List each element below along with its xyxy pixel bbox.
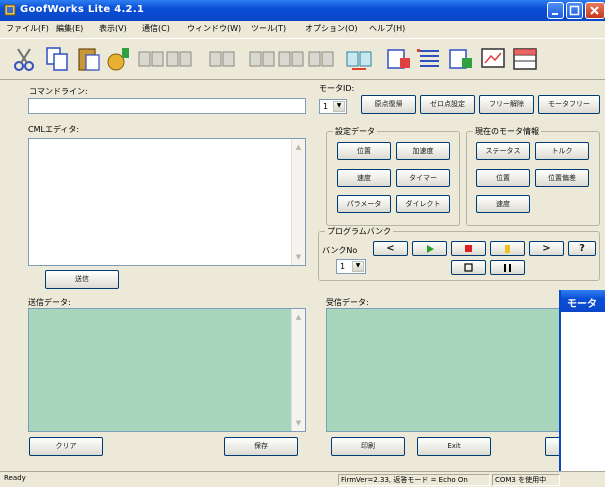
- menu-comm[interactable]: 通信(C): [142, 23, 170, 34]
- send-2-icon[interactable]: [164, 44, 194, 74]
- paste-icon[interactable]: [74, 44, 104, 74]
- parameter-setting-button[interactable]: パラメータ: [337, 195, 391, 213]
- help-button[interactable]: ?: [568, 241, 596, 256]
- settings-group-title: 設定データ: [333, 126, 377, 137]
- cml-editor-textarea[interactable]: ▲ ▼: [28, 138, 306, 266]
- square-icon: [464, 263, 473, 272]
- close-icon: [590, 6, 599, 15]
- recv-data-area[interactable]: [326, 308, 560, 432]
- position-deviation-button[interactable]: 位置偏差: [535, 169, 589, 187]
- recv-data-label: 受信データ:: [326, 298, 369, 307]
- close-button[interactable]: [585, 2, 605, 19]
- send-3-icon[interactable]: [207, 44, 237, 74]
- menu-edit[interactable]: 編集(E): [56, 23, 83, 34]
- send-data-scrollbar[interactable]: ▲ ▼: [291, 309, 305, 431]
- cut-icon[interactable]: [10, 44, 40, 74]
- step-pause-button[interactable]: [490, 260, 525, 275]
- menu-tools[interactable]: ツール(T): [251, 23, 286, 34]
- menu-window[interactable]: ウィンドウ(W): [187, 23, 241, 34]
- send-1-icon[interactable]: [136, 44, 166, 74]
- acceleration-setting-button[interactable]: 加速度: [396, 142, 450, 160]
- command-line-label: コマンドライン:: [29, 87, 88, 96]
- chevron-down-icon[interactable]: ▼: [333, 101, 345, 112]
- send-6-icon[interactable]: [306, 44, 336, 74]
- program-bank-title: プログラムバンク: [325, 226, 394, 237]
- maximize-button[interactable]: [566, 2, 583, 19]
- send-button[interactable]: 送信: [45, 270, 119, 289]
- next-icon: >: [542, 243, 551, 254]
- pause-bars-icon: [504, 264, 511, 272]
- status-port: COM3 を使用中: [492, 474, 560, 486]
- home-return-button[interactable]: 原点復帰: [361, 95, 416, 114]
- next-bank-button[interactable]: >: [529, 241, 564, 256]
- current-speed-button[interactable]: 速度: [476, 195, 530, 213]
- menu-file[interactable]: ファイル(F): [6, 23, 49, 34]
- exit-button[interactable]: Exit: [417, 437, 491, 456]
- bank-no-label: バンクNo: [322, 246, 358, 255]
- motor-free-button[interactable]: モータフリー: [538, 95, 600, 114]
- status-firmware: FirmVer=2.33, 返答モード = Echo On: [338, 474, 490, 486]
- menu-help[interactable]: ヘルプ(H): [369, 23, 405, 34]
- timer-setting-button[interactable]: タイマー: [396, 169, 450, 187]
- motor-popup-window[interactable]: モータ: [559, 290, 605, 471]
- motor-id-label: モータID:: [319, 84, 355, 93]
- save-button[interactable]: 保存: [224, 437, 298, 456]
- print-button[interactable]: 印刷: [331, 437, 405, 456]
- status-bar: Ready FirmVer=2.33, 返答モード = Echo On COM3…: [0, 471, 605, 487]
- direct-setting-button[interactable]: ダイレクト: [396, 195, 450, 213]
- status-button[interactable]: ステータス: [476, 142, 530, 160]
- program-icon[interactable]: [384, 44, 414, 74]
- clear-button[interactable]: クリア: [29, 437, 103, 456]
- motor-info-group-title: 現在のモータ情報: [473, 126, 541, 137]
- step-stop-button[interactable]: [451, 260, 486, 275]
- minimize-button[interactable]: [547, 2, 564, 19]
- torque-button[interactable]: トルク: [535, 142, 589, 160]
- window-title: GoofWorks Lite 4.2.1: [20, 4, 145, 15]
- prev-bank-button[interactable]: <: [373, 241, 408, 256]
- list-icon[interactable]: [414, 44, 444, 74]
- bank-no-select[interactable]: 1 ▼: [336, 259, 366, 274]
- title-bar: GoofWorks Lite 4.2.1: [0, 0, 605, 21]
- monitor-icon[interactable]: [478, 44, 508, 74]
- motor-id-select[interactable]: 1 ▼: [319, 99, 347, 114]
- copy-icon[interactable]: [42, 44, 72, 74]
- command-line-input[interactable]: [28, 98, 306, 114]
- send-all-icon[interactable]: [344, 44, 374, 74]
- stop-button[interactable]: [451, 241, 486, 256]
- cml-editor-label: CMLエディタ:: [28, 125, 80, 134]
- table-icon[interactable]: [510, 44, 540, 74]
- send-5-icon[interactable]: [276, 44, 306, 74]
- send-data-area[interactable]: ▲ ▼: [28, 308, 306, 432]
- prev-icon: <: [386, 243, 395, 254]
- position-setting-button[interactable]: 位置: [337, 142, 391, 160]
- pause-icon: [505, 245, 510, 253]
- play-icon: [427, 245, 434, 253]
- stop-icon: [465, 245, 472, 252]
- speed-setting-button[interactable]: 速度: [337, 169, 391, 187]
- connect-icon[interactable]: [104, 44, 134, 74]
- toolbar: [0, 38, 605, 80]
- program-2-icon[interactable]: [446, 44, 476, 74]
- minimize-icon: [552, 13, 558, 15]
- play-button[interactable]: [412, 241, 447, 256]
- menu-view[interactable]: 表示(V): [99, 23, 127, 34]
- free-release-button[interactable]: フリー解除: [479, 95, 534, 114]
- chevron-down-icon[interactable]: ▼: [352, 261, 364, 272]
- question-icon: ?: [579, 243, 585, 254]
- pause-button[interactable]: [490, 241, 525, 256]
- menu-bar: ファイル(F) 編集(E) 表示(V) 通信(C) ウィンドウ(W) ツール(T…: [0, 21, 605, 38]
- app-icon: [4, 4, 16, 16]
- current-position-button[interactable]: 位置: [476, 169, 530, 187]
- cml-editor-scrollbar[interactable]: ▲ ▼: [291, 139, 305, 265]
- maximize-icon: [569, 5, 580, 16]
- send-4-icon[interactable]: [247, 44, 277, 74]
- motor-popup-title: モータ: [561, 290, 605, 312]
- status-ready: Ready: [4, 474, 26, 482]
- send-data-label: 送信データ:: [28, 298, 71, 307]
- menu-options[interactable]: オプション(O): [305, 23, 358, 34]
- zero-set-button[interactable]: ゼロ点設定: [420, 95, 475, 114]
